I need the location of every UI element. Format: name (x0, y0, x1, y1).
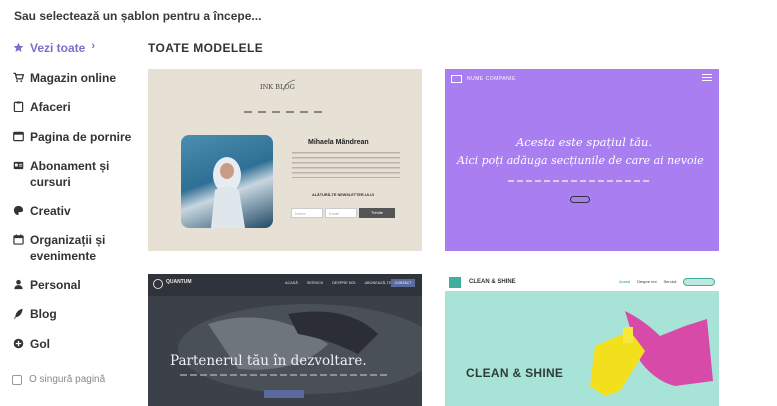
quantum-contact-button[interactable]: CONTACT (391, 279, 415, 287)
quantum-logo-icon (153, 279, 163, 289)
sidebar-item-label: Organizații și evenimente (30, 233, 106, 263)
quantum-nav-item[interactable]: ABONEAZĂ-TE (364, 281, 391, 285)
quantum-headline: Partenerul tău în dezvoltare. (170, 353, 367, 369)
clean-nav-item[interactable]: Acasă (619, 279, 630, 284)
company-subheadline: Aici poți adăuga secțiunile de care ai n… (457, 154, 704, 167)
sidebar-item-all[interactable]: Vezi toate › (12, 40, 95, 56)
name-field[interactable]: Nume (291, 208, 323, 218)
chevron-right-icon: › (91, 40, 96, 52)
quantum-subtext (180, 374, 390, 376)
sidebar-item-business[interactable]: Afaceri (12, 99, 71, 115)
quantum-nav-item[interactable]: SERVICII (307, 281, 323, 285)
quantum-nav-item[interactable]: DESPRE NOI (332, 281, 355, 285)
template-card-company[interactable]: NUME COMPANIE Acesta este spațiul tău. A… (445, 69, 719, 251)
quantum-cta-button[interactable] (264, 390, 304, 398)
company-headline: Acesta este spațiul tău. (516, 135, 653, 149)
author-bio (292, 152, 400, 178)
clean-headline: CLEAN & SHINE (466, 366, 564, 380)
checkbox-box[interactable] (12, 374, 22, 385)
calendar-icon (12, 233, 24, 245)
template-card-quantum[interactable]: QUANTUM ACASĂ SERVICII DESPRE NOI ABONEA… (148, 274, 422, 406)
clean-hero-image (445, 291, 719, 406)
menu-icon[interactable] (702, 74, 712, 82)
clean-nav-item[interactable]: Despre noi (637, 279, 656, 284)
clean-logo-icon (449, 277, 461, 288)
sidebar-item-organizations[interactable]: Organizații și evenimente (12, 232, 122, 264)
clean-cta-button[interactable] (683, 278, 715, 286)
sidebar-item-creative[interactable]: Creativ (12, 203, 71, 219)
star-icon (12, 41, 24, 53)
feather-logo-icon (282, 78, 296, 96)
id-card-icon (12, 159, 24, 171)
sidebar-item-label: Creativ (30, 204, 71, 218)
browser-window-icon (12, 130, 24, 142)
quantum-nav-item[interactable]: ACASĂ (285, 281, 298, 285)
checkbox-label: O singură pagină (29, 374, 106, 385)
sidebar-item-personal[interactable]: Personal (12, 277, 81, 293)
company-name: NUME COMPANIE (467, 76, 516, 82)
quantum-brand: QUANTUM (166, 279, 192, 285)
sidebar-item-online-store[interactable]: Magazin online (12, 70, 116, 86)
cart-icon (12, 71, 24, 83)
page-prompt: Sau selectează un șablon pentru a începe… (14, 9, 262, 23)
sidebar-item-label: Gol (30, 337, 50, 351)
template-nav (244, 111, 324, 113)
single-page-checkbox[interactable]: O singură pagină (12, 374, 105, 385)
email-field[interactable]: Email (325, 208, 357, 218)
clean-nav: Acasă Despre noi Servicii (619, 279, 676, 284)
author-photo (181, 135, 273, 228)
sidebar-item-label: Abonament și cursuri (30, 159, 110, 189)
company-desc (508, 180, 652, 182)
sidebar-item-label: Magazin online (30, 71, 117, 85)
template-card-ink-blog[interactable]: INK BLOG Mihaela Mândrean ALĂTURĂ-TE NEW… (148, 69, 422, 251)
sidebar-item-label: Personal (30, 278, 81, 292)
section-title: TOATE MODELELE (148, 41, 264, 55)
sidebar-item-label: Afaceri (30, 100, 71, 114)
template-card-clean-shine[interactable]: CLEAN & SHINE Acasă Despre noi Servicii … (445, 274, 719, 406)
newsletter-cta: ALĂTURĂ-TE NEWSLETTER-ULUI (312, 193, 374, 197)
plus-circle-icon (12, 337, 24, 349)
feather-icon (12, 307, 24, 319)
author-name: Mihaela Mândrean (308, 139, 369, 146)
person-icon (12, 278, 24, 290)
clean-brand: CLEAN & SHINE (469, 279, 516, 285)
sidebar-item-homepage[interactable]: Pagina de pornire (12, 129, 131, 145)
sidebar-item-label: Blog (30, 307, 57, 321)
sidebar-item-blank[interactable]: Gol (12, 336, 50, 352)
clean-nav-item[interactable]: Servicii (663, 279, 676, 284)
sidebar-item-label: Vezi toate (30, 41, 86, 55)
sidebar-item-subscription[interactable]: Abonament și cursuri (12, 158, 122, 190)
submit-button[interactable]: Trimite (359, 208, 395, 218)
quantum-nav: ACASĂ SERVICII DESPRE NOI ABONEAZĂ-TE (285, 281, 391, 285)
quantum-background (148, 274, 422, 406)
sidebar-item-blog[interactable]: Blog (12, 306, 57, 322)
company-logo-icon (451, 75, 462, 83)
clipboard-icon (12, 100, 24, 112)
palette-icon (12, 204, 24, 216)
sidebar-item-label: Pagina de pornire (30, 130, 132, 144)
company-cta-button[interactable] (570, 196, 590, 203)
